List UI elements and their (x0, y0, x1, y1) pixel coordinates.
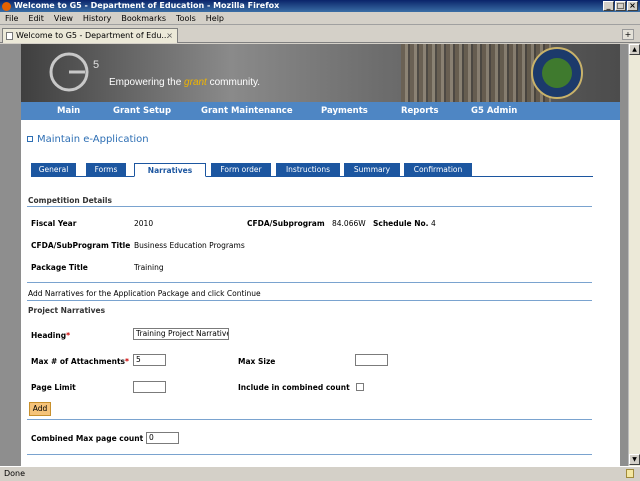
tab-general[interactable]: General (31, 163, 76, 176)
combined-max-label: Combined Max page count (31, 434, 144, 443)
divider (27, 454, 592, 455)
tagline-text: Empowering the (109, 77, 185, 88)
cfda-value: 84.066W (332, 219, 366, 228)
browser-tab-label: Welcome to G5 - Department of Edu... (16, 31, 170, 40)
fiscal-year-label: Fiscal Year (31, 219, 77, 228)
combined-max-input[interactable]: 0 (146, 432, 179, 444)
project-narratives-heading: Project Narratives (28, 306, 106, 315)
close-button[interactable]: × (627, 1, 638, 11)
fiscal-year-value: 2010 (134, 219, 154, 228)
status-bar: Done (0, 466, 640, 480)
tab-form-order[interactable]: Form order (211, 163, 271, 176)
package-title-label: Package Title (31, 263, 88, 272)
window-title: Welcome to G5 - Department of Education … (14, 1, 280, 10)
divider (27, 206, 592, 207)
menu-edit[interactable]: Edit (23, 12, 49, 25)
include-combined-checkbox[interactable] (356, 383, 364, 391)
page-limit-input[interactable] (133, 381, 166, 393)
max-attachments-label: Max # of Attachments* (31, 357, 129, 366)
add-button[interactable]: Add (29, 402, 51, 416)
maximize-button[interactable]: □ (615, 1, 626, 11)
main-nav: Main Grant Setup Grant Maintenance Payme… (21, 102, 620, 120)
divider (27, 300, 592, 301)
max-size-input[interactable] (355, 354, 388, 366)
tagline-end: community. (206, 77, 261, 88)
page-icon (6, 32, 13, 40)
tab-instructions[interactable]: Instructions (276, 163, 340, 176)
nav-grant-setup[interactable]: Grant Setup (113, 102, 171, 120)
close-tab-icon[interactable]: × (166, 29, 173, 43)
application-tabs: General Forms Narratives Form order Inst… (31, 163, 593, 177)
nav-main[interactable]: Main (57, 102, 80, 120)
menu-bookmarks[interactable]: Bookmarks (116, 12, 171, 25)
competition-details-heading: Competition Details (28, 196, 112, 205)
cfda-title-label: CFDA/SubProgram Title (31, 241, 131, 250)
window-titlebar: Welcome to G5 - Department of Education … (0, 0, 640, 12)
status-text: Done (4, 469, 26, 478)
divider (27, 282, 592, 283)
browser-tab-bar: Welcome to G5 - Department of Edu... × + (0, 26, 640, 43)
vertical-scrollbar[interactable]: ▲ ▼ (628, 44, 640, 466)
max-size-label: Max Size (238, 357, 276, 366)
firefox-icon (2, 2, 11, 11)
page-title: Maintain e-Application (27, 134, 149, 145)
seal-tree-icon (542, 58, 572, 88)
tab-forms[interactable]: Forms (86, 163, 126, 176)
heading-label: Heading* (31, 331, 70, 340)
minimize-button[interactable]: _ (603, 1, 614, 11)
page-limit-label: Page Limit (31, 383, 76, 392)
banner-tagline: Empowering the grant community. (109, 77, 260, 88)
title-bullet-icon (27, 136, 33, 142)
schedule-value: 4 (431, 219, 436, 228)
page-title-text: Maintain e-Application (37, 134, 149, 145)
required-marker: * (125, 357, 129, 366)
menu-history[interactable]: History (78, 12, 116, 25)
include-combined-label: Include in combined count (238, 383, 350, 392)
tagline-grant: grant (184, 77, 207, 88)
heading-input[interactable]: Training Project Narrative (133, 328, 229, 340)
schedule-label: Schedule No. (373, 219, 429, 228)
tab-summary[interactable]: Summary (344, 163, 400, 176)
scroll-up-icon[interactable]: ▲ (629, 44, 640, 55)
instructions-text: Add Narratives for the Application Packa… (28, 289, 261, 298)
menu-help[interactable]: Help (201, 12, 229, 25)
menu-view[interactable]: View (49, 12, 78, 25)
browser-tab[interactable]: Welcome to G5 - Department of Edu... × (2, 28, 178, 43)
page-content: 5 Empowering the grant community. Main G… (21, 44, 620, 466)
tab-confirmation[interactable]: Confirmation (404, 163, 472, 176)
menu-file[interactable]: File (0, 12, 23, 25)
department-seal-icon (531, 47, 583, 99)
nav-g5-admin[interactable]: G5 Admin (471, 102, 517, 120)
new-tab-button[interactable]: + (622, 29, 634, 40)
g5-banner: 5 Empowering the grant community. (21, 44, 620, 102)
required-marker: * (66, 331, 71, 340)
nav-grant-maintenance[interactable]: Grant Maintenance (201, 102, 293, 120)
library-photo (401, 44, 551, 102)
tab-narratives[interactable]: Narratives (134, 163, 206, 177)
lock-icon (626, 469, 634, 478)
nav-payments[interactable]: Payments (321, 102, 368, 120)
g5-logo: 5 (49, 52, 99, 92)
divider (27, 419, 592, 420)
heading-label-text: Heading (31, 331, 67, 340)
menu-tools[interactable]: Tools (171, 12, 201, 25)
nav-reports[interactable]: Reports (401, 102, 439, 120)
cfda-title-value: Business Education Programs (134, 241, 245, 250)
max-attachments-label-text: Max # of Attachments (31, 357, 126, 366)
package-title-value: Training (134, 263, 164, 272)
cfda-label: CFDA/Subprogram (247, 219, 325, 228)
menu-bar: File Edit View History Bookmarks Tools Help (0, 12, 640, 25)
scroll-down-icon[interactable]: ▼ (629, 454, 640, 465)
page-viewport: 5 Empowering the grant community. Main G… (0, 44, 640, 466)
svg-text:5: 5 (93, 59, 99, 71)
max-attachments-input[interactable]: 5 (133, 354, 166, 366)
